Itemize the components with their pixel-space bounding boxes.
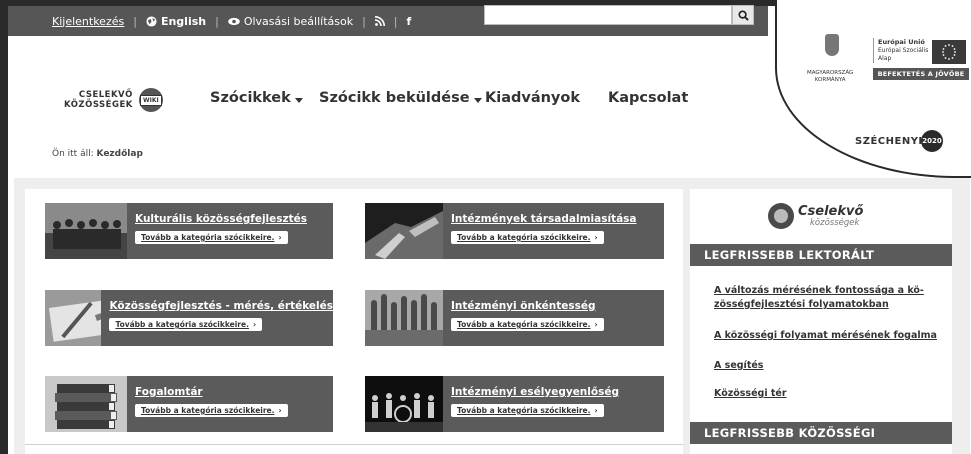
category-thumbnail (45, 290, 102, 346)
category-thumbnail (45, 203, 127, 259)
language-label: English (160, 14, 207, 28)
logout-link[interactable]: Kijelentkezés (52, 15, 124, 28)
szechenyi-label: SZÉCHENYI (855, 136, 923, 147)
separator: | (133, 14, 137, 28)
latest-reviewed-link[interactable]: Közösségi tér (714, 387, 938, 401)
hu-line2: KORMÁNYA (814, 77, 846, 83)
eu-text: Európai Unió Európai Szociális Alap (873, 38, 928, 63)
nav-label: Szócikk beküldése (319, 90, 470, 106)
category-title[interactable]: Kulturális közösségfejlesztés (135, 213, 307, 225)
nav-label: Kapcsolat (608, 90, 689, 106)
hu-line1: MAGYARORSZÁG (807, 70, 854, 76)
category-card[interactable]: Intézmények társadalmiasítása Tovább a k… (365, 203, 664, 259)
nav-item-szocikkek[interactable]: Szócikkek (210, 90, 319, 106)
category-title[interactable]: Intézmények társadalmiasítása (451, 213, 637, 225)
globe-icon (146, 15, 157, 27)
language-link[interactable]: English (146, 15, 206, 28)
eye-icon (228, 17, 240, 25)
logo-line1: CSELEKVŐ (78, 90, 133, 100)
logo-text: CSELEKVŐ KÖZÖSSÉGEK (64, 90, 133, 110)
more-label: Tovább a kategória szócikkeire. (457, 406, 591, 415)
more-label: Tovább a kategória szócikkeire. (457, 320, 591, 329)
chevron-right-icon: › (594, 233, 598, 242)
search-button[interactable] (732, 5, 754, 25)
latest-community-heading: LEGFRISSEBB KÖZÖSSÉGI SZÓCIKKEK (690, 422, 952, 454)
more-label: Tovább a kategória szócikkeire. (115, 320, 249, 329)
more-label: Tovább a kategória szócikkeire. (457, 233, 591, 242)
category-title[interactable]: Fogalomtár (135, 386, 288, 398)
eu-stars-icon (942, 44, 956, 60)
chevron-right-icon: › (278, 406, 282, 415)
reading-settings-label: Olvasási beállítások (243, 14, 354, 28)
category-thumbnail (365, 290, 443, 346)
invest-banner: BEFEKTETÉS A JÖVŐBE (873, 68, 969, 80)
cselekvo-logo-line1: Cselekvő (798, 203, 864, 219)
nav-label: Kiadványok (485, 90, 580, 106)
sidebar: Cselekvő közösségek LEGFRISSEBB LEKTORÁL… (690, 189, 952, 454)
category-card[interactable]: Közösségfejlesztés - mérés, értékelés To… (45, 290, 333, 346)
more-label: Tovább a kategória szócikkeire. (141, 233, 275, 242)
latest-reviewed-heading: LEGFRISSEBB LEKTORÁLT SZÓCIKKEK (690, 244, 952, 284)
eu-flag-icon (932, 40, 966, 64)
section-divider (25, 444, 683, 445)
search-input[interactable] (484, 5, 732, 25)
breadcrumb-current: Kezdőlap (96, 149, 143, 159)
site-logo[interactable]: CSELEKVŐ KÖZÖSSÉGEK WIKI (64, 82, 174, 118)
search-icon (737, 9, 749, 21)
latest-reviewed-link[interactable]: A közösségi folyamat mérésének fogalma (714, 329, 938, 343)
category-thumbnail (365, 203, 443, 259)
latest-reviewed-link[interactable]: A változás mérésének fontossága a kö-zös… (714, 284, 938, 312)
category-card[interactable]: Fogalomtár Tovább a kategória szócikkeir… (45, 376, 333, 432)
breadcrumb: Ön itt áll: Kezdőlap (52, 149, 143, 159)
category-card[interactable]: Intézményi önkéntesség Tovább a kategóri… (365, 290, 664, 346)
main-nav: Szócikkek Szócikk beküldése Kiadványok K… (210, 90, 688, 106)
cselekvo-logo-line2: közösségek (810, 217, 860, 228)
chevron-right-icon: › (252, 320, 257, 329)
category-card[interactable]: Intézményi esélyegyenlőség Tovább a kate… (365, 376, 664, 432)
nav-item-kapcsolat[interactable]: Kapcsolat (608, 90, 688, 106)
more-button[interactable]: Tovább a kategória szócikkeire. › (109, 318, 263, 331)
window-edge (0, 0, 8, 454)
wiki-badge-label: WIKI (139, 94, 162, 106)
category-title[interactable]: Intézményi önkéntesség (451, 300, 604, 312)
more-button[interactable]: Tovább a kategória szócikkeire. › (451, 318, 604, 331)
separator: | (362, 14, 366, 28)
szechenyi-2020-pin-icon: 2020 (921, 130, 943, 152)
separator: | (393, 14, 398, 28)
wiki-badge: WIKI (138, 88, 163, 112)
more-label: Tovább a kategória szócikkeire. (141, 406, 275, 415)
chevron-down-icon (473, 97, 482, 103)
cselekvo-logo[interactable]: Cselekvő közösségek (768, 203, 863, 229)
coat-of-arms-icon (825, 34, 839, 56)
nav-item-kiadvanyok[interactable]: Kiadványok (485, 90, 608, 106)
eu-line2: Európai Szociális (878, 47, 929, 54)
latest-reviewed-link[interactable]: A segítés (714, 359, 938, 373)
nav-label: Szócikkek (210, 90, 291, 106)
rss-icon (374, 16, 385, 26)
nav-item-szocikk-bekuldese[interactable]: Szócikk beküldése (319, 90, 485, 106)
eu-line1: Európai Unió (878, 38, 925, 46)
chevron-down-icon (294, 97, 303, 103)
facebook-icon[interactable]: f (407, 15, 412, 28)
breadcrumb-prefix: Ön itt áll: (52, 149, 94, 159)
cselekvo-ball-icon (768, 203, 794, 229)
chevron-right-icon: › (594, 406, 598, 415)
category-title[interactable]: Közösségfejlesztés - mérés, értékelés (109, 300, 333, 312)
more-button[interactable]: Tovább a kategória szócikkeire. › (451, 231, 604, 244)
category-thumbnail (45, 376, 127, 432)
chevron-right-icon: › (594, 320, 598, 329)
logo-line2: KÖZÖSSÉGEK (64, 100, 133, 110)
reading-settings-link[interactable]: Olvasási beállítások (228, 15, 353, 28)
category-thumbnail (365, 376, 443, 432)
rss-link[interactable] (374, 16, 385, 26)
category-card[interactable]: Kulturális közösségfejlesztés Tovább a k… (45, 203, 333, 259)
category-title[interactable]: Intézményi esélyegyenlőség (451, 386, 619, 398)
more-button[interactable]: Tovább a kategória szócikkeire. › (135, 404, 288, 417)
chevron-right-icon: › (278, 233, 282, 242)
more-button[interactable]: Tovább a kategória szócikkeire. › (451, 404, 604, 417)
more-button[interactable]: Tovább a kategória szócikkeire. › (135, 231, 288, 244)
eu-line3: Alap (878, 55, 892, 62)
separator: | (215, 14, 219, 28)
hungary-gov-text: MAGYARORSZÁG KORMÁNYA (807, 70, 853, 84)
